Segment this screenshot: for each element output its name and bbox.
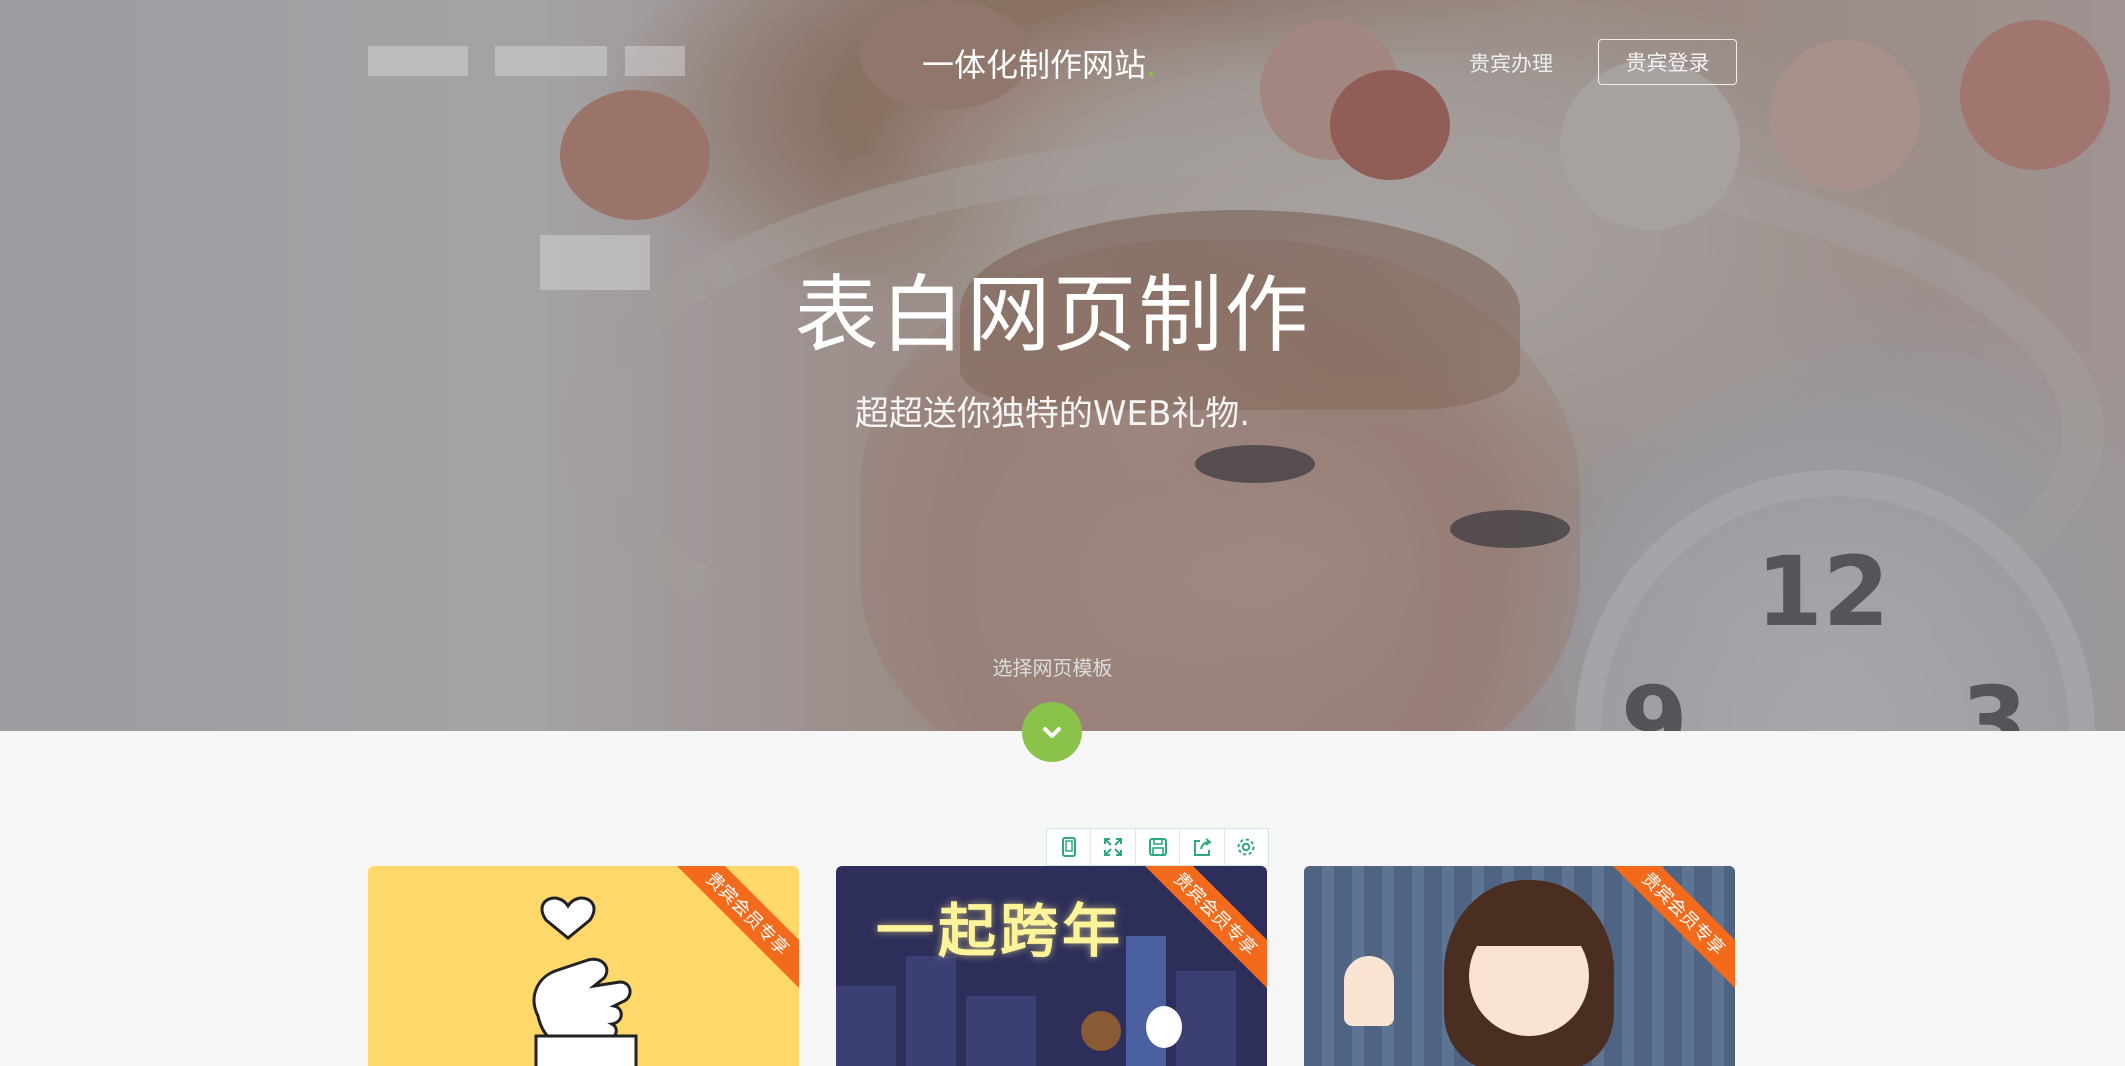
vip-badge-label: 贵宾会员专享 <box>1604 866 1735 993</box>
brand-text: 一体化制作网站 <box>922 46 1147 84</box>
logo-placeholder <box>495 46 607 76</box>
vip-apply-link[interactable]: 贵宾办理 <box>1469 48 1553 78</box>
save-button[interactable] <box>1136 829 1181 865</box>
fullscreen-button[interactable] <box>1091 829 1136 865</box>
city-building <box>836 986 896 1066</box>
anime-girl-hand <box>1344 956 1394 1026</box>
logo-placeholder <box>625 46 685 76</box>
expand-icon <box>1104 838 1123 856</box>
template-card[interactable]: 贵宾会员专享 <box>1304 866 1735 1066</box>
bunny-character <box>1146 1006 1182 1048</box>
template-card[interactable]: 贵宾会员专享 <box>368 866 799 1066</box>
vip-badge: 贵宾会员专享 <box>659 866 799 1006</box>
hero-title: 表白网页制作 <box>794 266 1311 364</box>
template-toolbar <box>1046 828 1269 866</box>
template-card[interactable]: 一起跨年 贵宾会员专享 <box>836 866 1267 1066</box>
site-brand[interactable]: 一体化制作网站. <box>922 40 1156 86</box>
city-building <box>906 956 956 1066</box>
share-button[interactable] <box>1180 829 1225 865</box>
city-building <box>966 996 1036 1066</box>
card-title: 一起跨年 <box>876 897 1125 965</box>
vip-badge: 贵宾会员专享 <box>1127 866 1267 1006</box>
scroll-down-button[interactable] <box>1022 702 1082 762</box>
bear-character <box>1081 1011 1121 1051</box>
choose-template-hint: 选择网页模板 <box>992 656 1113 680</box>
hero-banner: 12 9 3 一体化制作网站. 贵宾办理 贵宾登录 表白网页制作 超超送你独特的… <box>0 0 2125 731</box>
vip-badge-label: 贵宾会员专享 <box>668 866 799 993</box>
hero-subtitle: 超超送你独特的WEB礼物. <box>854 394 1251 434</box>
logo-placeholder <box>368 46 468 76</box>
settings-button[interactable] <box>1225 829 1268 865</box>
vip-badge: 贵宾会员专享 <box>1595 866 1735 1006</box>
mobile-icon <box>1061 837 1076 857</box>
settings-icon <box>1237 838 1255 856</box>
brand-dot: . <box>1146 46 1157 84</box>
vip-login-button[interactable]: 贵宾登录 <box>1598 39 1737 85</box>
chevron-down-icon <box>1043 727 1061 738</box>
anime-girl-bangs <box>1469 906 1589 946</box>
save-icon <box>1148 838 1167 856</box>
mobile-preview-button[interactable] <box>1047 829 1092 865</box>
share-icon <box>1193 838 1212 856</box>
vip-badge-label: 贵宾会员专享 <box>1136 866 1267 993</box>
